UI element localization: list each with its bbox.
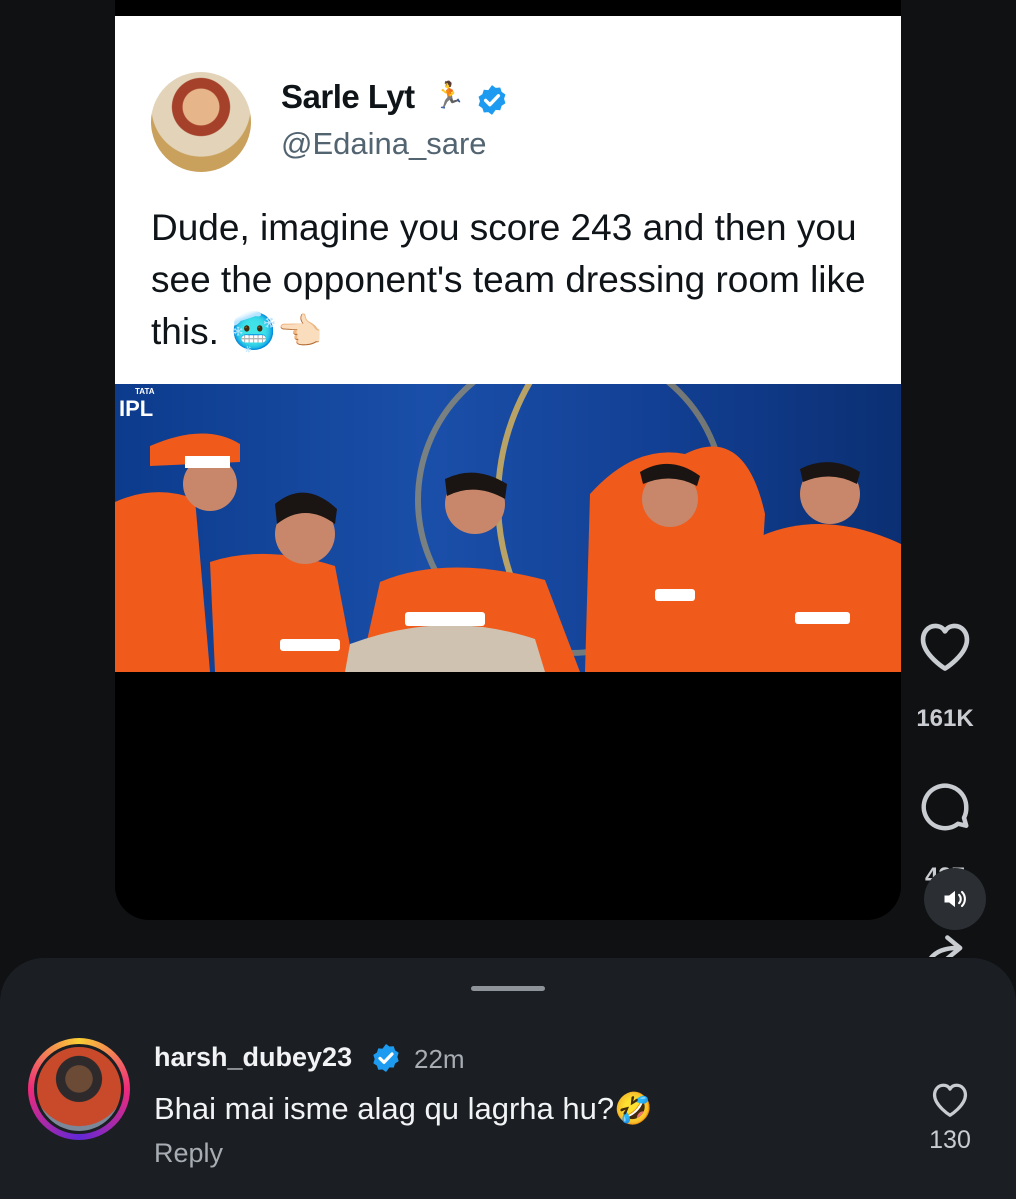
running-emoji-icon: 🏃 bbox=[433, 80, 466, 110]
share-action[interactable] bbox=[905, 927, 985, 957]
reply-button[interactable]: Reply bbox=[154, 1138, 223, 1169]
like-action[interactable] bbox=[905, 615, 985, 678]
heart-icon[interactable] bbox=[914, 615, 976, 673]
sound-toggle-button[interactable] bbox=[924, 868, 986, 930]
heart-icon[interactable] bbox=[928, 1078, 972, 1118]
tweet-text: Dude, imagine you score 243 and then you… bbox=[151, 202, 891, 358]
likes-count: 161K bbox=[916, 705, 974, 732]
commenter-username[interactable]: harsh_dubey23 bbox=[154, 1042, 352, 1073]
comments-sheet: harsh_dubey23 22m Bhai mai isme alag qu … bbox=[0, 958, 1016, 1199]
tweet-screenshot: Sarle Lyt 🏃 @Edaina_sare Dude, imagine y… bbox=[115, 16, 901, 384]
verified-badge-icon bbox=[373, 1044, 399, 1072]
comment-action[interactable] bbox=[905, 777, 985, 842]
players-illustration bbox=[115, 433, 901, 672]
commenter-avatar[interactable] bbox=[34, 1044, 124, 1134]
commenter-avatar-ring[interactable] bbox=[28, 1038, 130, 1140]
share-icon[interactable] bbox=[917, 927, 973, 957]
team-photo: TATA IPL bbox=[115, 384, 901, 672]
tweet-handle: @Edaina_sare bbox=[281, 126, 487, 161]
tweet-emoji: 🥶👈🏻 bbox=[230, 311, 323, 352]
tweet-avatar bbox=[151, 72, 251, 172]
comment-icon[interactable] bbox=[915, 777, 975, 837]
comment-timestamp: 22m bbox=[414, 1044, 465, 1074]
sheet-drag-handle[interactable] bbox=[471, 986, 545, 991]
comment-likes-count: 130 bbox=[929, 1126, 971, 1154]
tweet-author-name: Sarle Lyt bbox=[281, 78, 415, 115]
reel-post[interactable]: Sarle Lyt 🏃 @Edaina_sare Dude, imagine y… bbox=[115, 0, 901, 920]
comment-text: Bhai mai isme alag qu lagrha hu?🤣 bbox=[154, 1091, 653, 1126]
verified-badge-icon bbox=[478, 85, 506, 115]
sound-icon bbox=[944, 890, 966, 908]
